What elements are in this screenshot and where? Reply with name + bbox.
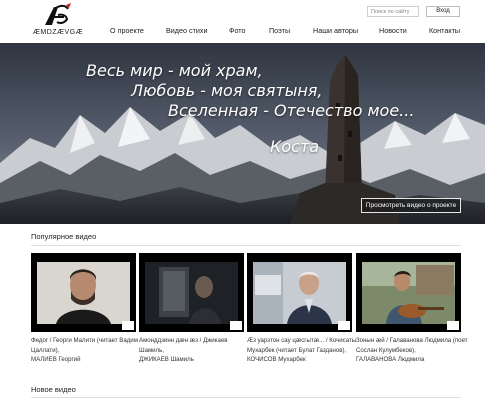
main-nav: О проекте Видео стихи Фото Поэты Наши ав… xyxy=(0,26,485,38)
video-thumbnail-image xyxy=(31,253,136,332)
video-author[interactable]: КОЧИСОВ Мухарбек xyxy=(247,355,359,365)
nav-item-authors[interactable]: Наши авторы xyxy=(313,26,358,35)
nav-item-photo[interactable]: Фото xyxy=(229,26,246,35)
section-divider xyxy=(31,397,461,398)
nav-item-about[interactable]: О проекте xyxy=(110,26,144,35)
site-header: ÆMDZÆVGÆ Поиск по сайту Вход О проекте В… xyxy=(0,0,485,43)
quote-author: Коста xyxy=(270,137,320,156)
login-button[interactable]: Вход xyxy=(426,6,460,17)
quote-line-1: Весь мир - мой храм, xyxy=(86,61,263,80)
section-divider xyxy=(31,245,461,246)
video-thumbnail-image xyxy=(247,253,352,332)
video-title[interactable]: Зонын æй / Галаванова Людмила (поет Сосл… xyxy=(356,336,468,355)
search-input[interactable]: Поиск по сайту xyxy=(367,6,419,17)
play-icon xyxy=(230,321,242,330)
play-icon xyxy=(338,321,350,330)
video-author[interactable]: ДЖИКАЕВ Шамиль xyxy=(139,355,251,365)
video-author[interactable]: ГАЛАВАНОВА Людмила xyxy=(356,355,468,365)
quote-line-2: Любовь - моя святыня, xyxy=(131,81,323,100)
popular-video-heading: Популярное видео xyxy=(31,232,97,241)
video-title[interactable]: Амонддзинн дæн æз / Джикаев Шамиль, xyxy=(139,336,251,355)
video-caption: Амонддзинн дæн æз / Джикаев Шамиль, ДЖИК… xyxy=(139,336,251,365)
video-thumbnail-image xyxy=(356,253,461,332)
nav-item-video-poems[interactable]: Видео стихи xyxy=(166,26,208,35)
video-title[interactable]: Æз уарзтон сау цæсгытæ... / Кочисаты Мух… xyxy=(247,336,359,355)
video-thumbnail[interactable] xyxy=(139,253,244,332)
play-icon xyxy=(122,321,134,330)
watch-project-video-button[interactable]: Просмотреть видео о проекте xyxy=(361,198,461,213)
hero-banner: Весь мир - мой храм, Любовь - моя святын… xyxy=(0,43,485,224)
video-caption: Федог / Георги Малити (читает Вадим Цалл… xyxy=(31,336,143,365)
logo-mark-icon xyxy=(45,3,71,25)
video-thumbnail[interactable] xyxy=(356,253,461,332)
nav-item-poets[interactable]: Поэты xyxy=(269,26,290,35)
video-caption: Зонын æй / Галаванова Людмила (поет Сосл… xyxy=(356,336,468,365)
new-video-heading: Новое видео xyxy=(31,385,76,394)
quote-line-3: Вселенная - Отечество мое... xyxy=(168,101,415,120)
video-author[interactable]: МАЛИЕВ Георгий xyxy=(31,355,143,365)
video-thumbnail[interactable] xyxy=(247,253,352,332)
nav-item-contacts[interactable]: Контакты xyxy=(429,26,460,35)
video-thumbnail[interactable] xyxy=(31,253,136,332)
nav-item-news[interactable]: Новости xyxy=(379,26,407,35)
video-caption: Æз уарзтон сау цæсгытæ... / Кочисаты Мух… xyxy=(247,336,359,365)
video-title[interactable]: Федог / Георги Малити (читает Вадим Цалл… xyxy=(31,336,143,355)
video-thumbnail-image xyxy=(139,253,244,332)
play-icon xyxy=(447,321,459,330)
